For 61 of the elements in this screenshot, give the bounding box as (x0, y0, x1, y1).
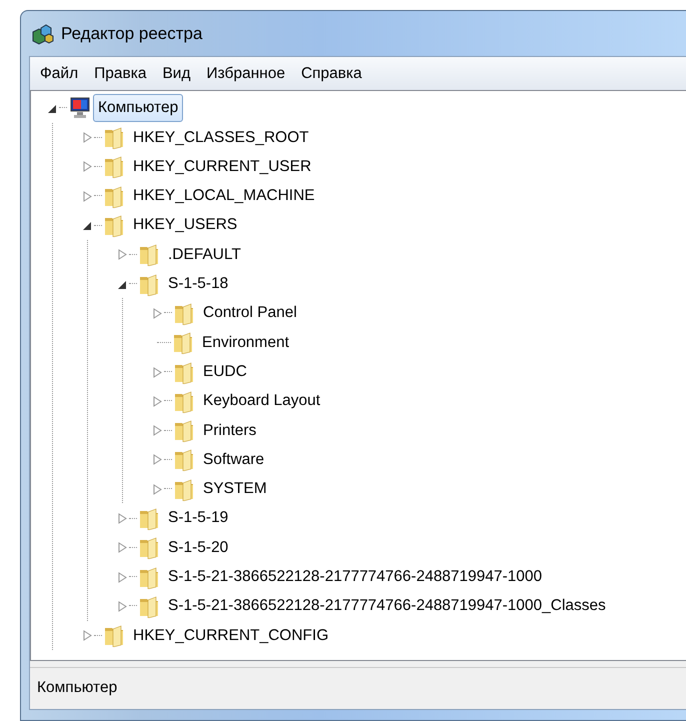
menu-item[interactable]: Справка (293, 60, 370, 88)
tree-item[interactable]: Software (198, 446, 270, 474)
expand-toggle[interactable] (81, 629, 93, 642)
folder-icon (173, 300, 195, 325)
folder-icon (103, 184, 125, 208)
folder-icon (172, 330, 194, 354)
folder-icon (103, 154, 125, 178)
folder-icon (173, 476, 195, 501)
folder-icon (138, 594, 160, 618)
folder-icon (138, 242, 160, 266)
tree-item[interactable]: Keyboard Layout (198, 387, 326, 414)
expand-toggle[interactable] (116, 570, 128, 583)
tree-item[interactable]: Компьютер (93, 94, 184, 122)
menu-item[interactable]: Правка (86, 60, 154, 88)
folder-icon (103, 213, 125, 238)
menu-item[interactable]: Вид (154, 60, 199, 88)
tree-item[interactable]: EUDC (198, 358, 252, 386)
tree-item[interactable]: S-1-5-18 (163, 270, 234, 298)
window-title: Редактор реестра (61, 22, 202, 45)
folder-icon (173, 418, 195, 442)
expand-toggle[interactable] (81, 131, 93, 144)
tree-item[interactable]: HKEY_CURRENT_USER (128, 152, 316, 180)
expand-toggle[interactable] (151, 453, 163, 466)
folder-icon (173, 360, 195, 384)
expand-toggle[interactable] (116, 600, 128, 612)
expand-toggle[interactable] (151, 482, 163, 495)
expand-toggle[interactable] (116, 541, 128, 554)
tree-item[interactable]: HKEY_USERS (128, 211, 242, 239)
registry-cubes-icon (31, 22, 55, 46)
tree-item[interactable]: HKEY_LOCAL_MACHINE (128, 182, 320, 210)
menu-item[interactable]: Избранное (198, 60, 294, 88)
expand-toggle[interactable] (151, 306, 163, 319)
tree-item[interactable]: Control Panel (198, 299, 302, 327)
menu-item[interactable]: Файл (32, 60, 86, 88)
expand-toggle[interactable] (116, 512, 128, 524)
tree-item[interactable]: S-1-5-19 (163, 504, 234, 532)
expand-toggle[interactable] (151, 366, 163, 378)
folder-icon (138, 506, 160, 530)
expand-toggle[interactable] (81, 160, 93, 172)
folder-icon (138, 535, 160, 560)
folder-icon (138, 272, 160, 296)
tree-item[interactable]: .DEFAULT (163, 240, 246, 268)
expand-toggle[interactable] (151, 424, 163, 436)
tree-item[interactable]: Environment (197, 328, 294, 356)
folder-icon (103, 623, 125, 648)
tree-item[interactable]: HKEY_CURRENT_CONFIG (128, 622, 334, 649)
tree-item[interactable]: Printers (198, 416, 262, 444)
folder-icon (103, 125, 125, 150)
folder-icon (138, 564, 160, 589)
status-text: Компьютер (37, 678, 118, 696)
expand-toggle[interactable] (116, 248, 128, 260)
folder-icon (173, 388, 195, 413)
tree-item[interactable]: S-1-5-21-3866522128-2177774766-2488719947-1000_Classes (163, 592, 611, 620)
folder-icon (173, 447, 195, 472)
expand-toggle[interactable] (81, 190, 93, 202)
expand-toggle[interactable] (151, 394, 163, 407)
tree-item[interactable]: S-1-5-20 (163, 534, 234, 561)
tree-item[interactable]: S-1-5-21-3866522128-2177774766-2488719947-1000 (163, 563, 548, 590)
computer-icon (68, 96, 90, 120)
tree-item[interactable]: HKEY_CLASSES_ROOT (128, 124, 314, 151)
tree-item[interactable]: SYSTEM (198, 475, 272, 502)
